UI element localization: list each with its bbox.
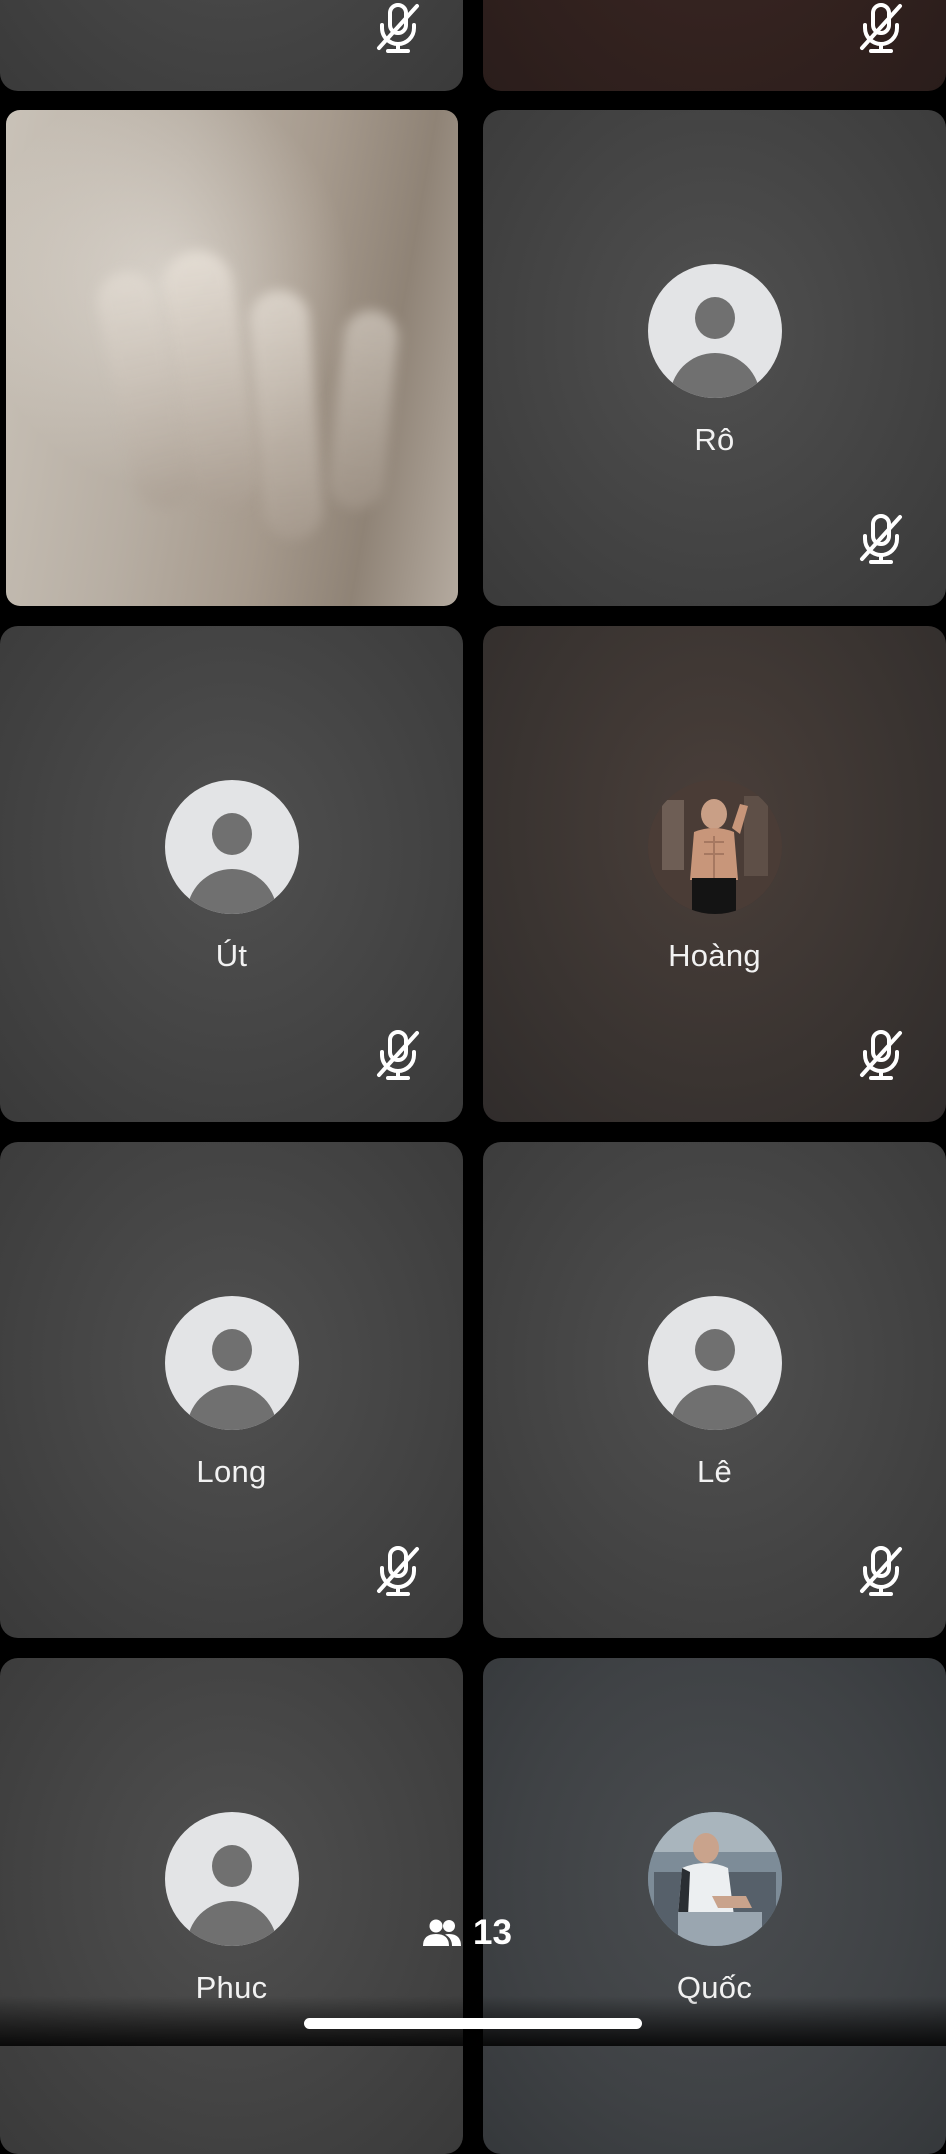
video-content [325,307,402,513]
mic-off-icon [373,1028,423,1082]
default-avatar [164,1812,299,1946]
participant-tile[interactable] [0,0,463,91]
mic-off-icon [373,1544,423,1598]
participant-name: Lê [696,1454,733,1489]
default-avatar [647,1296,782,1430]
participant-video-feed[interactable] [6,110,458,606]
participant-count-label: 13 [473,1913,512,1952]
default-avatar [164,1296,299,1430]
participant-tile[interactable] [483,0,946,91]
mic-off-icon [856,1544,906,1598]
participant-name: Út [215,938,248,973]
participant-tile[interactable]: Long [0,1142,463,1638]
profile-photo-avatar [647,780,782,914]
participant-tile[interactable]: Lê [483,1142,946,1638]
home-indicator[interactable] [304,2018,642,2029]
mic-off-icon [856,1,906,55]
video-content [247,288,325,542]
default-avatar [164,780,299,914]
participant-tile[interactable]: Quốc [483,1658,946,2154]
mic-off-icon [856,1028,906,1082]
people-icon [423,1919,461,1946]
participant-tile[interactable]: Hoàng [483,626,946,1122]
participant-name: Hoàng [668,938,761,973]
default-avatar [647,264,782,398]
mic-off-icon [856,512,906,566]
participant-tile[interactable]: Rô [483,110,946,606]
participant-grid: Rô Út Hoàng Long Lê Phuc Quốc [0,0,946,2154]
mic-off-icon [373,1,423,55]
profile-photo-avatar [647,1812,782,1946]
participant-name: Long [196,1454,267,1489]
participant-tile[interactable]: Phuc [0,1658,463,2154]
participant-name: Rô [694,422,735,457]
participant-tile[interactable]: Út [0,626,463,1122]
participant-count-button[interactable]: 13 [423,1913,512,1953]
